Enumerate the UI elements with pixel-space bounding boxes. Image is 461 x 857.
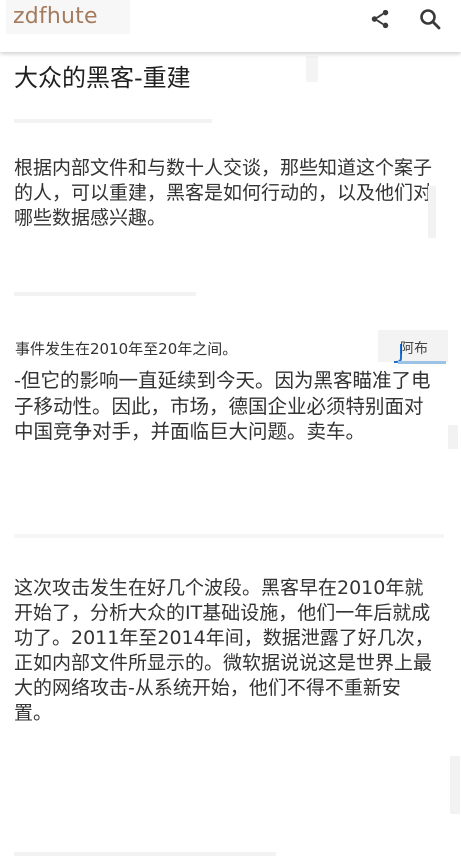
title-artifact — [306, 56, 318, 82]
search-button[interactable] — [417, 6, 443, 32]
edge-artifact — [448, 425, 458, 449]
share-icon — [371, 9, 389, 29]
share-button[interactable] — [367, 6, 393, 32]
site-logo[interactable]: zdfhute — [13, 4, 98, 29]
article-paragraph: -但它的影响一直延续到今天。因为黑客瞄准了电子移动性。因此，市场，德国企业必须特… — [14, 369, 431, 443]
divider — [14, 534, 444, 538]
search-icon — [420, 9, 441, 30]
edge-artifact — [450, 756, 460, 814]
divider — [14, 292, 196, 296]
top-app-bar: zdfhute — [0, 0, 461, 52]
image-caption: 事件发生在2010年至20年之间。 — [15, 340, 238, 358]
article-title: 大众的黑客-重建 — [14, 64, 191, 92]
selection-underline — [398, 361, 446, 364]
article-page: zdfhute 大众的黑客-重建 根据内部文件和与数十人交谈，那些知道这个案子的… — [0, 0, 461, 857]
divider — [14, 119, 212, 123]
divider — [14, 852, 276, 856]
source-label[interactable]: 阿布 — [400, 338, 428, 358]
article-paragraph: 这次攻击发生在好几个波段。黑客早在2010年就开始了，分析大众的IT基础设施，他… — [14, 577, 434, 724]
edge-artifact — [428, 186, 436, 238]
article-paragraph: 根据内部文件和与数十人交谈，那些知道这个案子的人，可以重建，黑客是如何行动的，以… — [14, 157, 433, 229]
